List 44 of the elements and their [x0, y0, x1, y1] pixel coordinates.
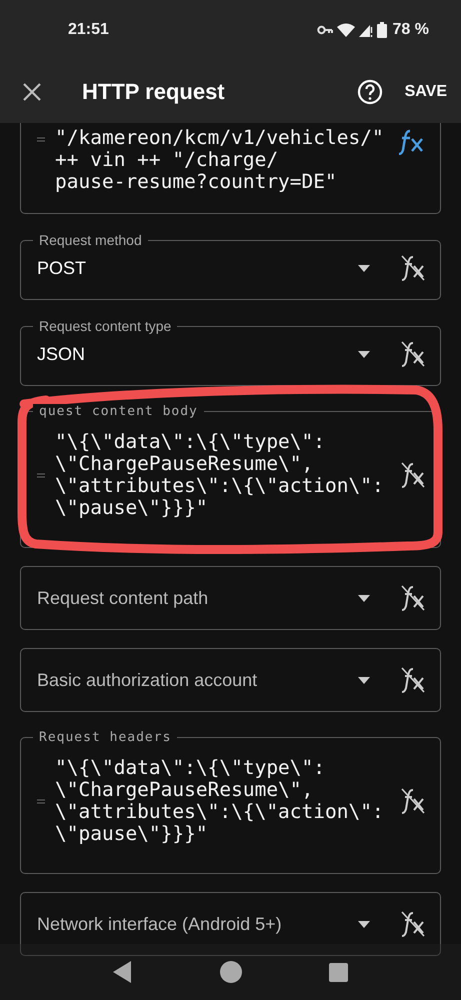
code-text: "/kamereon/kcm/v1/vehicles/" ++ vin ++ "/charge/ pause-resume?country=DE"	[55, 127, 385, 193]
screen-title: HTTP request	[82, 78, 226, 104]
equals-icon	[37, 472, 45, 478]
function-off-icon[interactable]	[400, 340, 426, 368]
dropdown-caret-icon[interactable]	[358, 350, 370, 358]
field-placeholder: Basic authorization account	[37, 670, 258, 690]
field-placeholder: Request content path	[37, 588, 210, 608]
recents-icon[interactable]	[328, 962, 348, 982]
key-icon	[316, 25, 333, 35]
function-icon[interactable]	[396, 127, 426, 155]
status-time: 21:51	[68, 21, 109, 39]
function-off-icon[interactable]	[400, 461, 426, 489]
equals-icon	[37, 137, 45, 142]
home-icon[interactable]	[220, 961, 242, 983]
code-text: "\{\"data\":\{\"type\": \"ChargePauseResume\", \"attributes\":\{\"action\": \"pause\"}}}"	[55, 757, 385, 845]
code-field[interactable]: "/kamereon/kcm/v1/vehicles/" ++ vin ++ "/charge/ pause-resume?country=DE"	[20, 123, 441, 214]
equals-icon	[37, 798, 45, 804]
dropdown-caret-icon[interactable]	[358, 920, 370, 928]
dropdown-caret-icon[interactable]	[358, 676, 370, 684]
dropdown-field[interactable]: Request method POST	[20, 232, 441, 300]
field-value: JSON	[37, 344, 86, 364]
dropdown-field[interactable]: Basic authorization account	[20, 648, 441, 712]
help-button[interactable]	[356, 78, 383, 104]
function-off-icon[interactable]	[400, 254, 426, 282]
field-value: POST	[37, 258, 88, 278]
function-off-icon[interactable]	[400, 584, 426, 612]
wifi-icon	[336, 23, 355, 37]
dropdown-field[interactable]: Request content type JSON	[20, 318, 441, 386]
field-placeholder: Network interface (Android 5+)	[37, 914, 283, 934]
code-text: "\{\"data\":\{\"type\": \"ChargePauseResume\", \"attributes\":\{\"action\": \"pause\"}}}"	[55, 431, 385, 519]
function-off-icon[interactable]	[400, 910, 426, 938]
dropdown-field[interactable]: Request content path	[20, 566, 441, 630]
function-off-icon[interactable]	[400, 787, 426, 815]
battery-percent: 78 %	[392, 21, 429, 39]
code-field[interactable]: Request headers "\{\"data\":\{\"type\": \"ChargePauseResume\", \"attributes\":\{\"action\": \"pause\"}}}"	[20, 730, 441, 874]
signal-icon	[358, 23, 373, 37]
code-field[interactable]: quest content body "\{\"data\":\{\"type\": \"ChargePauseResume\", \"attributes\":\{\"action\": \"pause\"}}}"	[20, 404, 441, 548]
dropdown-caret-icon[interactable]	[358, 594, 370, 602]
back-icon[interactable]	[113, 961, 134, 983]
function-off-icon[interactable]	[400, 666, 426, 694]
save-button[interactable]: SAVE	[400, 78, 451, 104]
dropdown-field[interactable]: Network interface (Android 5+)	[20, 892, 441, 956]
dropdown-caret-icon[interactable]	[358, 264, 370, 272]
battery-icon	[376, 22, 387, 38]
